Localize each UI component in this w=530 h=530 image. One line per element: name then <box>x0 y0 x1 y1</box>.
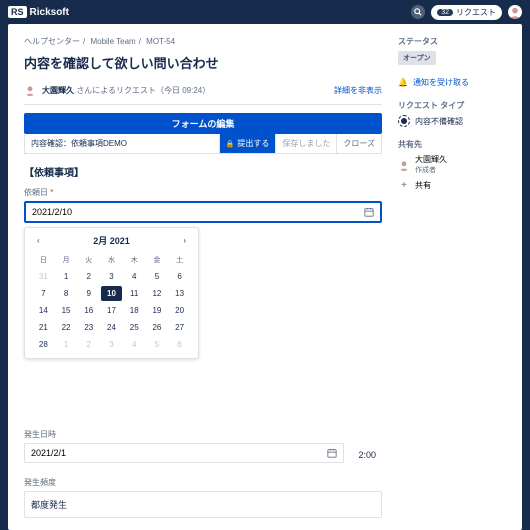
requester-name: 大園輝久 <box>42 86 74 95</box>
request-type: 内容不備確認 <box>398 115 506 127</box>
occur-date-input[interactable]: 2021/2/1 <box>24 443 344 463</box>
breadcrumb-help[interactable]: ヘルプセンター <box>24 37 80 46</box>
bell-icon <box>398 78 408 87</box>
cal-day[interactable]: 26 <box>147 320 168 335</box>
cal-dow: 木 <box>124 253 145 267</box>
topbar: RS Ricksoft 32 リクエスト <box>0 0 530 24</box>
cal-dow: 日 <box>33 253 54 267</box>
cal-day[interactable]: 21 <box>33 320 54 335</box>
cal-day[interactable]: 31 <box>33 269 54 284</box>
date-input[interactable]: 2021/2/10 <box>24 201 382 223</box>
breadcrumb-project[interactable]: Mobile Team <box>90 37 135 46</box>
search-icon <box>414 8 422 16</box>
requests-badge: 32 <box>437 9 453 16</box>
cal-day[interactable]: 4 <box>124 269 145 284</box>
saved-label: 保存しました <box>275 134 336 153</box>
calendar-icon <box>364 207 374 217</box>
requests-label: リクエスト <box>456 7 496 18</box>
date-label: 依頼日 <box>24 188 53 197</box>
occur-time-value[interactable]: 2:00 <box>352 446 382 464</box>
notify-link[interactable]: 通知を受け取る <box>398 77 506 88</box>
share-add[interactable]: + 共有 <box>398 179 506 191</box>
requests-button[interactable]: 32 リクエスト <box>431 5 502 20</box>
cal-day[interactable]: 17 <box>101 303 122 318</box>
share-user-name: 大園輝久 <box>415 154 447 165</box>
cal-day[interactable]: 24 <box>101 320 122 335</box>
requester-row: 大園輝久 さんによるリクエスト（今日 09:24） 詳細を非表示 <box>24 84 382 105</box>
lock-icon <box>226 139 235 148</box>
action-row: 内容確認：依頼事項DEMO 提出する 保存しました クローズ <box>24 134 382 154</box>
cal-month: 2月 2021 <box>93 234 130 247</box>
breadcrumb-key[interactable]: MOT-54 <box>146 37 175 46</box>
calendar-icon <box>327 448 337 458</box>
cal-day[interactable]: 23 <box>78 320 99 335</box>
cal-day[interactable]: 9 <box>78 286 99 301</box>
section-heading: 【依頼事項】 <box>24 164 382 179</box>
status-label: ステータス <box>398 36 506 47</box>
cal-day[interactable]: 1 <box>56 337 77 352</box>
cal-day[interactable]: 28 <box>33 337 54 352</box>
cal-day[interactable]: 10 <box>101 286 122 301</box>
cal-dow: 月 <box>56 253 77 267</box>
status-badge: オープン <box>398 51 436 65</box>
type-label: リクエスト タイプ <box>398 100 506 111</box>
logo-text: Ricksoft <box>30 7 69 18</box>
datetime-label: 発生日時 <box>24 429 382 440</box>
requester-avatar[interactable] <box>24 84 36 96</box>
cal-day[interactable]: 25 <box>124 320 145 335</box>
cal-day[interactable]: 3 <box>101 337 122 352</box>
occur-date-value: 2021/2/1 <box>31 448 66 458</box>
page-title: 内容を確認して欲しい問い合わせ <box>24 53 382 72</box>
requester-suffix: さんによるリクエスト（今日 09:24） <box>76 86 210 95</box>
toggle-details[interactable]: 詳細を非表示 <box>334 85 382 96</box>
form-title: 内容確認：依頼事項DEMO <box>25 134 220 153</box>
cal-day[interactable]: 5 <box>147 269 168 284</box>
share-user: 大園輝久 作成者 <box>398 154 506 175</box>
request-type-icon <box>398 115 410 127</box>
freq-input[interactable]: 都度発生 <box>24 491 382 518</box>
cal-day[interactable]: 2 <box>78 337 99 352</box>
share-user-role: 作成者 <box>415 165 447 175</box>
cal-day[interactable]: 20 <box>169 303 190 318</box>
cal-day[interactable]: 14 <box>33 303 54 318</box>
cal-day[interactable]: 7 <box>33 286 54 301</box>
cal-day[interactable]: 22 <box>56 320 77 335</box>
submit-button[interactable]: 提出する <box>220 134 276 153</box>
form-edit-bar[interactable]: フォームの編集 <box>24 113 382 134</box>
date-value: 2021/2/10 <box>32 207 72 217</box>
cal-dow: 土 <box>169 253 190 267</box>
breadcrumb: ヘルプセンター/ Mobile Team/ MOT-54 <box>24 36 382 47</box>
cal-dow: 水 <box>101 253 122 267</box>
cal-day[interactable]: 27 <box>169 320 190 335</box>
cal-prev[interactable]: ‹ <box>33 236 44 245</box>
cal-day[interactable]: 6 <box>169 269 190 284</box>
logo[interactable]: RS Ricksoft <box>8 6 69 18</box>
cal-dow: 火 <box>78 253 99 267</box>
cal-day[interactable]: 15 <box>56 303 77 318</box>
cal-day[interactable]: 12 <box>147 286 168 301</box>
cal-day[interactable]: 4 <box>124 337 145 352</box>
cal-day[interactable]: 6 <box>169 337 190 352</box>
cal-day[interactable]: 3 <box>101 269 122 284</box>
cal-day[interactable]: 19 <box>147 303 168 318</box>
cal-day[interactable]: 18 <box>124 303 145 318</box>
cal-day[interactable]: 5 <box>147 337 168 352</box>
user-avatar[interactable] <box>508 5 522 19</box>
plus-icon: + <box>398 179 410 191</box>
cal-day[interactable]: 11 <box>124 286 145 301</box>
close-button[interactable]: クローズ <box>336 134 381 153</box>
freq-label: 発生頻度 <box>24 477 382 488</box>
date-picker[interactable]: ‹ 2月 2021 › 日月火水木金土311234567891011121314… <box>24 227 199 359</box>
cal-day[interactable]: 8 <box>56 286 77 301</box>
cal-day[interactable]: 1 <box>56 269 77 284</box>
search-button[interactable] <box>411 5 425 19</box>
share-avatar[interactable] <box>398 159 410 171</box>
cal-dow: 金 <box>147 253 168 267</box>
logo-mark: RS <box>8 6 27 18</box>
cal-day[interactable]: 2 <box>78 269 99 284</box>
share-label: 共有先 <box>398 139 506 150</box>
cal-next[interactable]: › <box>179 236 190 245</box>
cal-day[interactable]: 16 <box>78 303 99 318</box>
cal-day[interactable]: 13 <box>169 286 190 301</box>
